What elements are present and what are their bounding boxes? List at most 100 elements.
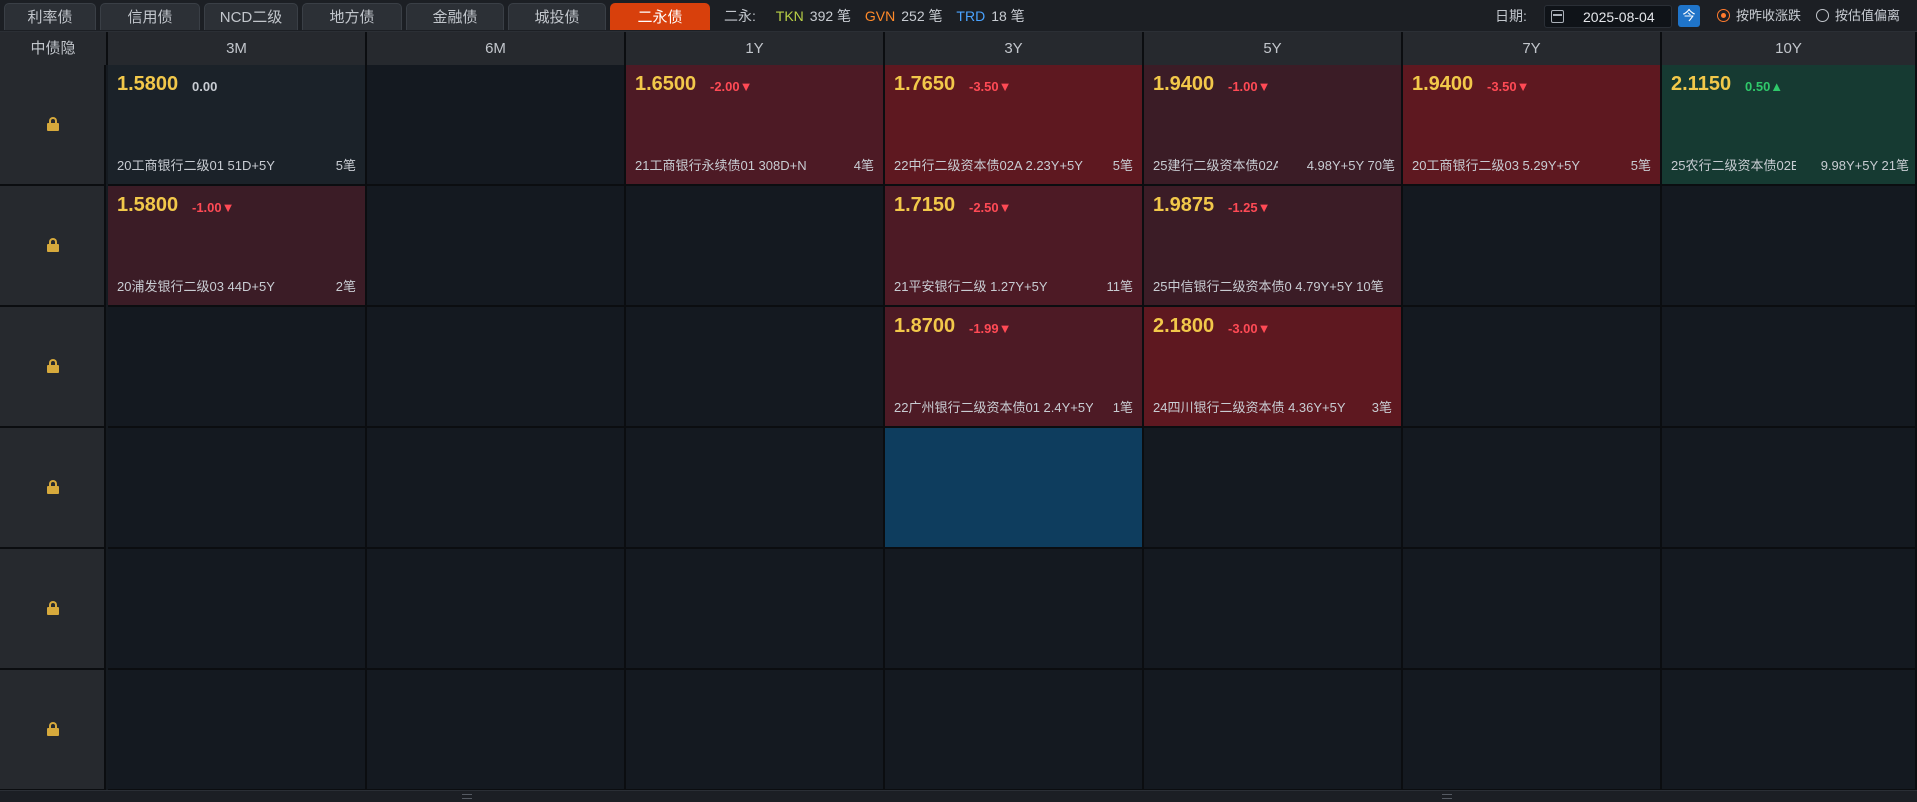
scroll-grip-left[interactable] <box>462 794 472 799</box>
tab-2[interactable]: NCD二级 <box>204 3 298 30</box>
lock-icon[interactable] <box>47 721 59 736</box>
change-value: 0.50▲ <box>1745 79 1784 94</box>
change-value: -1.99▼ <box>969 321 1012 336</box>
grid-cell-r1-7y[interactable] <box>1403 186 1662 307</box>
grid-cell-r2-1y[interactable] <box>626 307 885 428</box>
grid-cell-r5-3m[interactable] <box>108 670 367 791</box>
selected-cell[interactable] <box>885 428 1144 549</box>
tab-0[interactable]: 利率债 <box>4 3 96 30</box>
grid-cell-r3-5y[interactable] <box>1144 428 1403 549</box>
column-header-1y[interactable]: 1Y <box>626 32 885 65</box>
tab-4[interactable]: 金融债 <box>406 3 504 30</box>
grid-cell-r5-5y[interactable] <box>1144 670 1403 791</box>
grid-cell-r0-6m[interactable] <box>367 65 626 186</box>
quote-cell[interactable]: 1.9400 -1.00▼ 25建行二级资本债02A(E 4.98Y+5Y 70笔 <box>1144 65 1403 186</box>
radio-valuation-deviation-label[interactable]: 按估值偏离 <box>1835 0 1900 32</box>
lock-body <box>47 727 59 736</box>
grid-cell-r5-10y[interactable] <box>1662 670 1917 791</box>
bond-name: 21平安银行二级 1.27Y+5Y <box>894 279 1048 294</box>
quote-cell[interactable]: 1.9400 -3.50▼ 20工商银行二级03 5.29Y+5Y 5笔 <box>1403 65 1662 186</box>
stats-label: 二永: <box>724 8 756 24</box>
change-value: -3.50▼ <box>1487 79 1530 94</box>
today-button[interactable]: 今 <box>1678 5 1700 27</box>
yield-value: 1.9875 <box>1153 194 1215 216</box>
horizontal-scrollbar[interactable] <box>0 790 1917 802</box>
grid-cell-r1-6m[interactable] <box>367 186 626 307</box>
trade-count: 4笔 <box>853 158 874 173</box>
grid-cell-r3-10y[interactable] <box>1662 428 1917 549</box>
tab-6[interactable]: 二永债 <box>610 3 710 30</box>
grid-cell-r4-7y[interactable] <box>1403 549 1662 670</box>
bond-name: 24四川银行二级资本债 4.36Y+5Y <box>1153 400 1346 415</box>
radio-prev-close-label[interactable]: 按昨收涨跌 <box>1736 0 1801 32</box>
grid-cell-r5-3y[interactable] <box>885 670 1144 791</box>
column-header-7y[interactable]: 7Y <box>1403 32 1662 65</box>
grid-cell-r1-10y[interactable] <box>1662 186 1917 307</box>
grid-cell-r2-3m[interactable] <box>108 307 367 428</box>
quote-cell[interactable]: 2.1150 0.50▲ 25农行二级资本债02B(E 9.98Y+5Y 21笔 <box>1662 65 1917 186</box>
change-value: -2.00▼ <box>710 79 753 94</box>
stat-trd-key: TRD <box>956 8 986 24</box>
quote-stats: 二永: TKN 392 笔 GVN 252 笔 TRD 18 笔 <box>724 0 1035 32</box>
quote-cell[interactable]: 1.7650 -3.50▼ 22中行二级资本债02A 2.23Y+5Y 5笔 <box>885 65 1144 186</box>
grid-cell-r4-3m[interactable] <box>108 549 367 670</box>
tab-5[interactable]: 城投债 <box>508 3 606 30</box>
grid-cell-r4-1y[interactable] <box>626 549 885 670</box>
grid-cell-r2-6m[interactable] <box>367 307 626 428</box>
quote-cell[interactable]: 1.6500 -2.00▼ 21工商银行永续债01 308D+N 4笔 <box>626 65 885 186</box>
quote-cell[interactable]: 1.7150 -2.50▼ 21平安银行二级 1.27Y+5Y 11笔 <box>885 186 1144 307</box>
quote-cell[interactable]: 1.9875 -1.25▼ 25中信银行二级资本债0 4.79Y+5Y 10笔 <box>1144 186 1403 307</box>
radio-valuation-deviation[interactable] <box>1816 9 1829 22</box>
lock-body <box>47 243 59 252</box>
quote-cell[interactable]: 1.8700 -1.99▼ 22广州银行二级资本债01 2.4Y+5Y 1笔 <box>885 307 1144 428</box>
grid-cell-r3-6m[interactable] <box>367 428 626 549</box>
column-header-6m[interactable]: 6M <box>367 32 626 65</box>
bond-term-count: 9.98Y+5Y 21笔 <box>1820 158 1909 173</box>
date-label: 日期: <box>1495 8 1527 24</box>
column-header-5y[interactable]: 5Y <box>1144 32 1403 65</box>
lock-icon[interactable] <box>47 600 59 615</box>
grid-cell-r5-1y[interactable] <box>626 670 885 791</box>
grid-cell-r4-10y[interactable] <box>1662 549 1917 670</box>
row-label-0 <box>0 65 106 186</box>
grid-cell-r3-1y[interactable] <box>626 428 885 549</box>
date-value: 2025-08-04 <box>1583 9 1655 25</box>
lock-body <box>47 485 59 494</box>
quote-cell[interactable]: 1.5800 -1.00▼ 20浦发银行二级03 44D+5Y 2笔 <box>108 186 367 307</box>
bond-name: 22中行二级资本债02A 2.23Y+5Y <box>894 158 1083 173</box>
grid-cell-r1-1y[interactable] <box>626 186 885 307</box>
column-header-3y[interactable]: 3Y <box>885 32 1144 65</box>
grid-cell-r2-7y[interactable] <box>1403 307 1662 428</box>
lock-icon[interactable] <box>47 358 59 373</box>
grid-cell-r2-10y[interactable] <box>1662 307 1917 428</box>
grid-cell-r4-3y[interactable] <box>885 549 1144 670</box>
trade-count: 2笔 <box>335 279 356 294</box>
date-picker[interactable]: 2025-08-04 <box>1544 5 1672 28</box>
stat-trd-value: 18 笔 <box>991 8 1025 24</box>
bond-name: 25建行二级资本债02A(E <box>1153 158 1278 173</box>
lock-icon[interactable] <box>47 479 59 494</box>
quote-cell[interactable]: 1.5800 0.00 20工商银行二级01 51D+5Y 5笔 <box>108 65 367 186</box>
tab-1[interactable]: 信用债 <box>100 3 200 30</box>
lock-icon[interactable] <box>47 116 59 131</box>
quote-cell[interactable]: 2.1800 -3.00▼ 24四川银行二级资本债 4.36Y+5Y 3笔 <box>1144 307 1403 428</box>
calendar-icon[interactable] <box>1551 10 1564 23</box>
change-value: -1.00▼ <box>1228 79 1271 94</box>
change-value: -2.50▼ <box>969 200 1012 215</box>
grid-cell-r4-5y[interactable] <box>1144 549 1403 670</box>
bond-term-count: 4.98Y+5Y 70笔 <box>1306 158 1395 173</box>
radio-prev-close[interactable] <box>1717 9 1730 22</box>
scroll-grip-right[interactable] <box>1442 794 1452 799</box>
column-header-10y[interactable]: 10Y <box>1662 32 1917 65</box>
grid-cell-r3-7y[interactable] <box>1403 428 1662 549</box>
corner-header: 中债隐 <box>0 32 108 65</box>
tab-3[interactable]: 地方债 <box>302 3 402 30</box>
lock-icon[interactable] <box>47 237 59 252</box>
grid-cell-r5-6m[interactable] <box>367 670 626 791</box>
grid-cell-r3-3m[interactable] <box>108 428 367 549</box>
column-header-3m[interactable]: 3M <box>108 32 367 65</box>
bond-name: 20工商银行二级01 51D+5Y <box>117 158 275 173</box>
grid-cell-r5-7y[interactable] <box>1403 670 1662 791</box>
trade-count: 5笔 <box>1630 158 1651 173</box>
grid-cell-r4-6m[interactable] <box>367 549 626 670</box>
